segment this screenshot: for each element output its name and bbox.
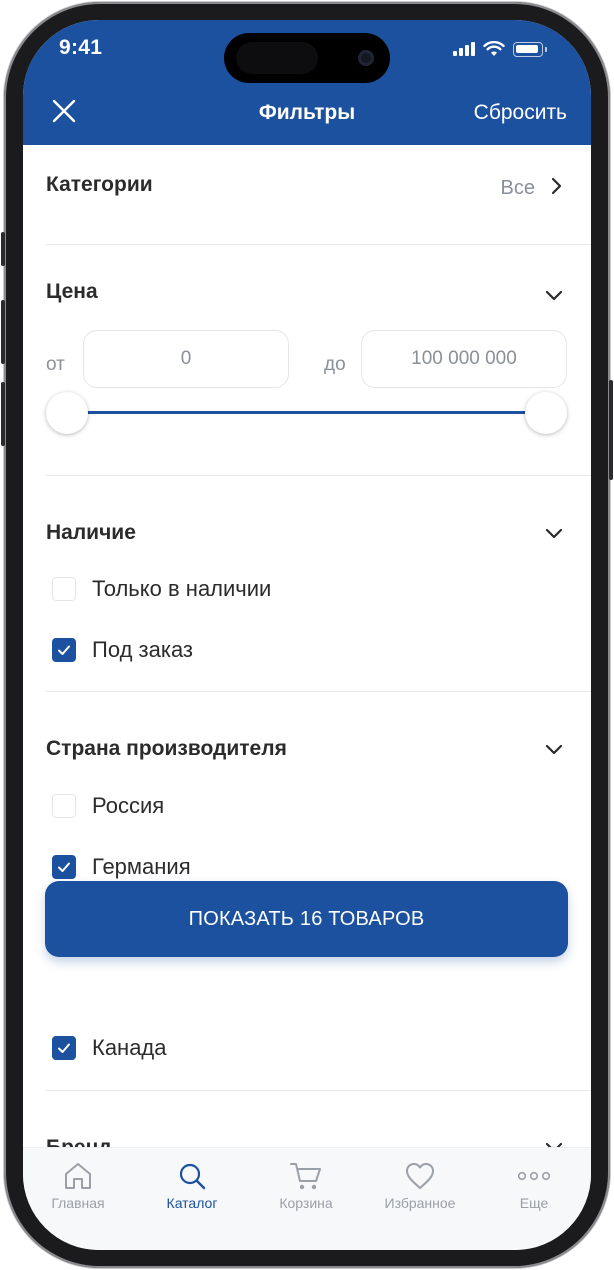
- price-slider-min-handle[interactable]: [46, 392, 88, 434]
- tab-bar: Главная Каталог Корзина Избранное Еще: [23, 1147, 591, 1250]
- divider: [46, 691, 591, 692]
- phone-volume-down: [1, 382, 5, 446]
- screen: 9:41 Фильтры Сбросить Категории Все Цена…: [23, 20, 591, 1250]
- country-option-germany[interactable]: Германия: [52, 854, 191, 880]
- heart-icon: [406, 1163, 434, 1189]
- categories-value: Все: [500, 177, 535, 199]
- search-icon: [179, 1163, 206, 1190]
- tab-label: Избранное: [384, 1195, 456, 1211]
- chevron-down-icon[interactable]: [543, 284, 565, 306]
- chevron-down-icon[interactable]: [543, 522, 565, 544]
- tab-cart[interactable]: Корзина: [249, 1160, 363, 1211]
- tab-label: Еще: [519, 1195, 549, 1211]
- checkbox-label: Канада: [92, 1035, 167, 1060]
- dynamic-island: [224, 33, 390, 83]
- camera-icon: [358, 50, 374, 66]
- checkbox[interactable]: [52, 794, 76, 818]
- wifi-icon: [483, 41, 505, 56]
- signal-icon: [453, 42, 475, 56]
- island-sensor: [236, 42, 318, 74]
- price-to-label: до: [324, 354, 346, 375]
- tab-label: Каталог: [166, 1195, 218, 1211]
- divider: [46, 475, 591, 476]
- divider: [46, 244, 591, 245]
- checkbox-label: Под заказ: [92, 637, 194, 662]
- more-icon: [517, 1171, 551, 1181]
- checkbox-label: Только в наличии: [92, 576, 272, 601]
- availability-option-on-order[interactable]: Под заказ: [52, 637, 193, 663]
- country-option-canada[interactable]: Канада: [52, 1035, 167, 1061]
- checkbox-checked[interactable]: [52, 638, 76, 662]
- price-slider-track[interactable]: [68, 411, 538, 414]
- checkmark-icon: [58, 1043, 70, 1053]
- show-results-button[interactable]: ПОКАЗАТЬ 16 ТОВАРОВ: [45, 881, 568, 957]
- status-icons: [453, 40, 547, 58]
- availability-option-in-stock[interactable]: Только в наличии: [52, 576, 271, 602]
- divider: [46, 1090, 591, 1091]
- header: 9:41 Фильтры Сбросить: [23, 20, 591, 145]
- checkbox-checked[interactable]: [52, 855, 76, 879]
- checkbox[interactable]: [52, 577, 76, 601]
- checkbox-label: Германия: [92, 854, 191, 879]
- price-title: Цена: [46, 280, 98, 303]
- phone-action-button: [1, 232, 5, 266]
- price-from-label: от: [46, 354, 65, 375]
- home-icon: [65, 1163, 91, 1189]
- chevron-down-icon[interactable]: [543, 738, 565, 760]
- cart-icon: [290, 1163, 321, 1190]
- phone-volume-up: [1, 300, 5, 364]
- chevron-right-icon: [551, 177, 562, 195]
- tab-catalog[interactable]: Каталог: [135, 1160, 249, 1211]
- tab-label: Корзина: [279, 1195, 333, 1211]
- availability-title: Наличие: [46, 521, 136, 544]
- checkbox-checked[interactable]: [52, 1036, 76, 1060]
- battery-tip: [545, 46, 547, 52]
- tab-favorites[interactable]: Избранное: [363, 1160, 477, 1211]
- checkmark-icon: [58, 645, 70, 655]
- price-slider-max-handle[interactable]: [525, 392, 567, 434]
- country-title: Страна производителя: [46, 737, 287, 760]
- tab-label: Главная: [51, 1195, 105, 1211]
- price-from-input[interactable]: 0: [83, 330, 289, 388]
- checkmark-icon: [58, 862, 70, 872]
- tab-more[interactable]: Еще: [477, 1160, 591, 1211]
- categories-title: Категории: [46, 173, 153, 196]
- country-option-russia[interactable]: Россия: [52, 793, 164, 819]
- battery-icon: [513, 41, 543, 57]
- tab-home[interactable]: Главная: [23, 1160, 135, 1211]
- phone-power-button: [609, 380, 613, 480]
- checkbox-label: Россия: [92, 793, 165, 818]
- price-to-input[interactable]: 100 000 000: [361, 330, 567, 388]
- reset-button[interactable]: Сбросить: [474, 101, 567, 125]
- status-time: 9:41: [59, 36, 103, 59]
